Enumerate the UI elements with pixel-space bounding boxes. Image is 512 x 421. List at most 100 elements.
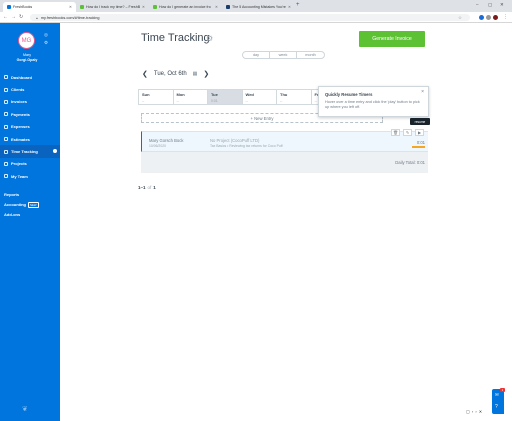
back-icon[interactable]: ← [3, 14, 8, 20]
url-field[interactable]: 🔒︎ my.freshbooks.com/#/time-tracking [30, 14, 470, 21]
day-name: Tue [211, 92, 218, 97]
week-day-wed[interactable]: Wed -- [243, 90, 277, 104]
pager-total: 1 [153, 185, 156, 190]
sidebar-item-label: Expenses [11, 124, 30, 130]
day-value: 0:01 [211, 98, 218, 103]
sidebar-item-payments[interactable]: Payments [0, 108, 60, 120]
entry-date: 10/06/2020 [149, 144, 166, 148]
nav-item-icon [4, 124, 8, 129]
page-title: Time Tracking [141, 32, 210, 44]
day-name: Mon [176, 92, 185, 97]
previous-day-arrow-icon[interactable]: ❮ [142, 70, 148, 78]
sidebar-item-label: Accounting [4, 202, 26, 208]
week-day-thu[interactable]: Thu -- [277, 90, 312, 104]
forward-icon[interactable]: → [11, 14, 16, 20]
main-nav: Dashboard Clients Invoices Payments Expenses… [0, 71, 60, 183]
generate-invoice-button[interactable]: Generate Invoice [359, 31, 425, 47]
browser-tab[interactable]: The 5 Accounting Mistakes You're ✕ [222, 2, 295, 12]
daily-total-label: Daily Total: 0:01 [395, 160, 425, 165]
entry-name: Mary Gorsch Bock [149, 138, 184, 143]
tab-close-icon[interactable]: ✕ [69, 5, 72, 9]
time-entry-row[interactable]: Mary Gorsch Bock 10/06/2020 No Project (… [141, 129, 428, 152]
freshbooks-leaf-logo: ❦ [22, 406, 28, 413]
resume-timer-play-icon[interactable]: ▶ [415, 129, 424, 136]
secondary-nav: Reports Accounting NEW Add-ons [4, 190, 39, 219]
pager-range: 1–1 [138, 185, 146, 190]
browser-tab[interactable]: How do I track my time? – FreshBo ✕ [76, 2, 149, 12]
sidebar-item-label: Projects [11, 161, 27, 167]
sidebar-item-reports[interactable]: Reports [4, 190, 39, 200]
sidebar-item-label: Payments [11, 111, 30, 117]
reload-icon[interactable]: ↻ [19, 14, 23, 20]
bookmark-star-icon[interactable]: ☆ [458, 15, 462, 21]
view-toggle-day[interactable]: day [243, 52, 270, 58]
sidebar-item-expenses[interactable]: Expenses [0, 121, 60, 133]
help-question-icon[interactable]: ? [495, 404, 498, 410]
entry-timer-bar [412, 146, 425, 148]
chat-icon[interactable]: ✉ [495, 392, 499, 398]
sidebar-item-my-team[interactable]: My Team [0, 170, 60, 182]
browser-tab[interactable]: FreshBooks ✕ [3, 2, 76, 12]
new-tab-button[interactable]: + [296, 2, 300, 8]
view-toggle-week[interactable]: week [270, 52, 297, 58]
sidebar: MG ◎ ⚙ Mary Gorgi-Opaly Dashboard Clients… [0, 23, 60, 421]
daily-total-row: Daily Total: 0:01 [141, 152, 428, 173]
edit-entry-pencil-icon[interactable]: ✎ [403, 129, 412, 136]
tab-close-icon[interactable]: ✕ [215, 5, 218, 9]
entry-time: 0:01 [416, 140, 425, 145]
minimize-button[interactable]: – [476, 2, 479, 7]
view-toggle: day week month [242, 51, 325, 59]
week-day-mon[interactable]: Mon -- [174, 90, 208, 104]
settings-gear-icon[interactable]: ⚙ [44, 40, 48, 46]
new-badge: NEW [28, 201, 39, 208]
nav-item-icon [4, 161, 8, 166]
browser-tab[interactable]: How do I generate an invoice fro ✕ [149, 2, 222, 12]
calendar-icon[interactable]: ▦ [193, 71, 198, 77]
sidebar-item-label: Clients [11, 87, 25, 93]
address-bar: ← → ↻ 🔒︎ my.freshbooks.com/#/time-tracki… [0, 12, 512, 23]
day-value: -- [245, 98, 248, 103]
avatar[interactable]: MG [18, 32, 35, 49]
profile-avatar[interactable] [493, 15, 498, 20]
zoom-controls[interactable]: ▢ ‹ › ✕ [466, 409, 483, 414]
extension-icon[interactable] [479, 15, 484, 20]
day-name: Sun [142, 92, 150, 97]
time-settings-gear-icon[interactable]: ⚙ [206, 34, 213, 43]
sidebar-item-time-tracking[interactable]: Time Tracking [0, 145, 60, 158]
sidebar-item-invoices[interactable]: Invoices [0, 96, 60, 108]
sidebar-item-estimates[interactable]: Estimates [0, 133, 60, 145]
tab-close-icon[interactable]: ✕ [142, 5, 145, 9]
extension-icon[interactable] [486, 15, 491, 20]
sidebar-item-label: Invoices [11, 99, 28, 105]
maximize-button[interactable]: ▢ [488, 2, 492, 8]
sidebar-item-clients[interactable]: Clients [0, 83, 60, 95]
notifications-icon[interactable]: ◎ [44, 32, 48, 38]
week-day-sun[interactable]: Sun -- [139, 90, 174, 104]
sidebar-item-projects[interactable]: Projects [0, 158, 60, 170]
tab-label: How do I generate an invoice fro [159, 5, 211, 9]
close-icon[interactable]: × [421, 89, 424, 95]
nav-item-icon [4, 87, 8, 92]
tab-close-icon[interactable]: ✕ [288, 5, 291, 9]
sidebar-item-dashboard[interactable]: Dashboard [0, 71, 60, 83]
nav-item-icon [4, 137, 8, 142]
sidebar-item-accounting[interactable]: Accounting NEW [4, 200, 39, 210]
week-day-tue[interactable]: Tue 0:01 [208, 90, 243, 104]
browser-menu-icon[interactable]: ⋮ [503, 14, 508, 20]
nav-item-icon [4, 99, 8, 104]
delete-entry-trash-icon[interactable]: 🗑︎ [391, 129, 400, 136]
notification-badge: 1 [500, 388, 505, 392]
day-value: -- [280, 98, 283, 103]
url-text: my.freshbooks.com/#/time-tracking [40, 15, 100, 20]
day-value: -- [142, 98, 145, 103]
view-toggle-month[interactable]: month [297, 52, 324, 58]
nav-item-icon [4, 112, 8, 117]
user-last-name: Gorgi-Opaly [16, 58, 38, 62]
next-day-arrow-icon[interactable]: ❯ [203, 70, 209, 78]
close-window-button[interactable]: ✕ [500, 2, 504, 8]
tab-favicon-icon [153, 5, 157, 9]
tab-favicon-icon [80, 5, 84, 9]
popover-text: Hover over a time entry and click the 'p… [325, 100, 420, 109]
sidebar-item-add-ons[interactable]: Add-ons [4, 209, 39, 219]
user-first-name: Mary [23, 53, 31, 57]
